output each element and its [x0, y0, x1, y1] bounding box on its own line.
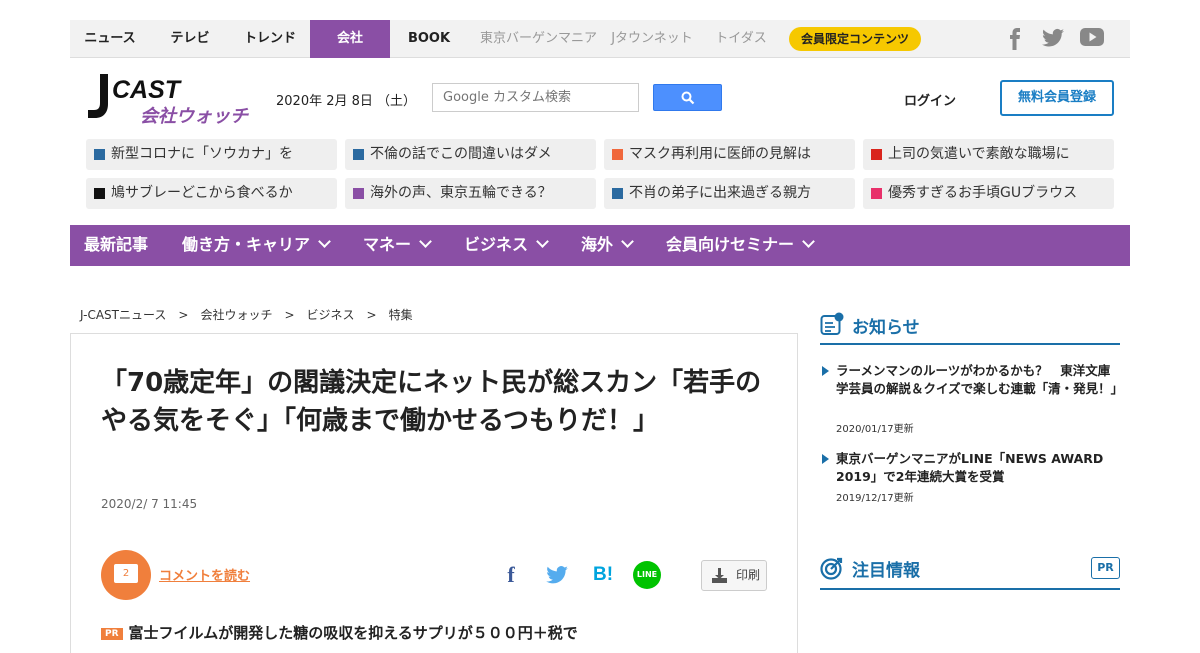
breadcrumb: J-CASTニュース > 会社ウォッチ > ビジネス > 特集 [80, 306, 413, 323]
hot-topic-label: 不肖の弟子に出来過ぎる親方 [629, 185, 811, 201]
current-date: 2020年 2月 8日 （土） [276, 94, 417, 109]
hot-topic-item[interactable]: 鳩サブレーどこから食べるか [86, 178, 337, 209]
hot-topic-label: 優秀すぎるお手頃GUブラウス [888, 185, 1078, 201]
cat-business[interactable]: ビジネス [464, 225, 549, 266]
pr-badge-small: PR [101, 627, 123, 640]
featured-header: 注目情報 [820, 551, 1120, 590]
twitter-icon[interactable] [1042, 28, 1064, 50]
register-button[interactable]: 無料会員登録 [1000, 80, 1114, 116]
chevron-down-icon [419, 235, 432, 248]
chevron-down-icon [318, 235, 331, 248]
hot-topic-label: マスク再利用に医師の見解は [629, 146, 811, 162]
nav-toidasu[interactable]: トイダス [712, 20, 770, 58]
nav-tokyo-bargain[interactable]: 東京バーゲンマニア [480, 20, 597, 58]
topic-color-marker [612, 149, 623, 160]
pr-link[interactable]: PR 富士フイルムが開発した糖の吸収を抑えるサプリが５００円＋税で [101, 622, 578, 643]
search-icon [681, 91, 695, 105]
article-card: 「70歳定年」の閣議決定にネット民が総スカン「若手のやる気をそぐ」「何歳まで働か… [70, 333, 798, 653]
comment-icon[interactable]: 2 [101, 550, 151, 600]
notice-header: お知らせ [820, 308, 1120, 345]
crumb-kaisha[interactable]: 会社ウォッチ [200, 308, 272, 322]
topic-color-marker [353, 149, 364, 160]
arrow-right-icon [822, 454, 829, 464]
hot-topic-item[interactable]: 不肖の弟子に出来過ぎる親方 [604, 178, 855, 209]
crumb-sep: > [178, 308, 189, 322]
crumb-business[interactable]: ビジネス [307, 308, 355, 322]
logo-sub-text: 会社ウォッチ [140, 106, 249, 126]
chevron-down-icon [802, 235, 815, 248]
topic-color-marker [612, 188, 623, 199]
featured-title: 注目情報 [852, 561, 920, 581]
login-link[interactable]: ログイン [904, 90, 956, 109]
youtube-icon[interactable] [1080, 28, 1104, 50]
pr-badge: PR [1091, 557, 1120, 579]
notice-title: お知らせ [852, 318, 920, 338]
target-icon [820, 557, 843, 580]
hot-topic-item[interactable]: 優秀すぎるお手頃GUブラウス [863, 178, 1114, 209]
nav-news[interactable]: ニュース [78, 20, 142, 58]
search-input[interactable] [432, 83, 639, 112]
crumb-sep: > [284, 308, 295, 322]
search-button[interactable] [653, 84, 722, 111]
chevron-down-icon [536, 235, 549, 248]
cat-career[interactable]: 働き方・キャリア [182, 225, 331, 266]
logo-main-text: CAST [112, 76, 183, 104]
category-nav: 最新記事 働き方・キャリア マネー ビジネス 海外 会員向けセミナー [70, 225, 1130, 266]
share-facebook-icon[interactable]: f [501, 560, 521, 590]
topic-color-marker [94, 149, 105, 160]
comment-count: 2 [114, 564, 138, 583]
hot-topic-item[interactable]: 新型コロナに「ソウカナ」を [86, 139, 337, 170]
article-date: 2020/2/ 7 11:45 [101, 497, 198, 511]
hot-topic-item[interactable]: 不倫の話でこの間違いはダメ [345, 139, 596, 170]
nav-j-town[interactable]: Jタウンネット [610, 20, 694, 58]
member-content-button[interactable]: 会員限定コンテンツ [789, 27, 922, 51]
notice-item[interactable]: 東京バーゲンマニアがLINE「NEWS AWARD 2019」で2年連続大賞を受… [820, 450, 1120, 504]
hot-topic-label: 不倫の話でこの間違いはダメ [370, 146, 552, 162]
print-label: 印刷 [736, 568, 761, 582]
hot-topic-item[interactable]: 海外の声、東京五輪できる？ [345, 178, 596, 209]
nav-book[interactable]: BOOK [400, 20, 458, 58]
jcast-logo[interactable]: CAST 会社ウォッチ [86, 72, 256, 127]
notice-item[interactable]: ラーメンマンのルーツがわかるかも？ 東洋文庫学芸員の解説＆クイズで楽しむ連載「清… [820, 362, 1123, 435]
arrow-right-icon [822, 366, 829, 376]
share-hatena-icon[interactable]: B! [589, 560, 617, 590]
facebook-icon[interactable] [1008, 28, 1022, 50]
hot-topic-label: 上司の気遣いで素敵な職場に [888, 146, 1070, 162]
article-title: 「70歳定年」の閣議決定にネット民が総スカン「若手のやる気をそぐ」「何歳まで働か… [101, 368, 762, 436]
notice-icon [820, 312, 844, 335]
nav-company[interactable]: 会社 [310, 20, 390, 58]
hot-topic-label: 海外の声、東京五輪できる？ [370, 185, 552, 201]
hot-topic-label: 新型コロナに「ソウカナ」を [111, 146, 293, 162]
chevron-down-icon [621, 235, 634, 248]
cat-latest[interactable]: 最新記事 [84, 225, 148, 266]
topic-color-marker [871, 149, 882, 160]
crumb-jcast[interactable]: J-CASTニュース [80, 308, 166, 322]
topic-color-marker [871, 188, 882, 199]
cat-money[interactable]: マネー [363, 225, 432, 266]
print-button[interactable]: 印刷 [701, 560, 767, 591]
print-icon [712, 568, 727, 583]
topic-color-marker [353, 188, 364, 199]
topic-color-marker [94, 188, 105, 199]
share-line-icon[interactable]: LINE [633, 560, 663, 590]
hot-topic-label: 鳩サブレーどこから食べるか [111, 185, 293, 201]
sidebar: お知らせ ラーメンマンのルーツがわかるかも？ 東洋文庫学芸員の解説＆クイズで楽し… [820, 308, 1123, 590]
cat-overseas[interactable]: 海外 [581, 225, 634, 266]
crumb-sep: > [366, 308, 377, 322]
cat-seminar[interactable]: 会員向けセミナー [666, 225, 815, 266]
top-nav: ニュース テレビ トレンド 会社 BOOK 東京バーゲンマニア Jタウンネット … [70, 20, 1130, 58]
hot-topic-item[interactable]: 上司の気遣いで素敵な職場に [863, 139, 1114, 170]
nav-tv[interactable]: テレビ [158, 20, 222, 58]
share-twitter-icon[interactable] [543, 560, 571, 590]
crumb-feature[interactable]: 特集 [389, 308, 413, 322]
nav-trend[interactable]: トレンド [238, 20, 302, 58]
read-comments-link[interactable]: コメントを読む [159, 565, 250, 584]
hot-topic-item[interactable]: マスク再利用に医師の見解は [604, 139, 855, 170]
